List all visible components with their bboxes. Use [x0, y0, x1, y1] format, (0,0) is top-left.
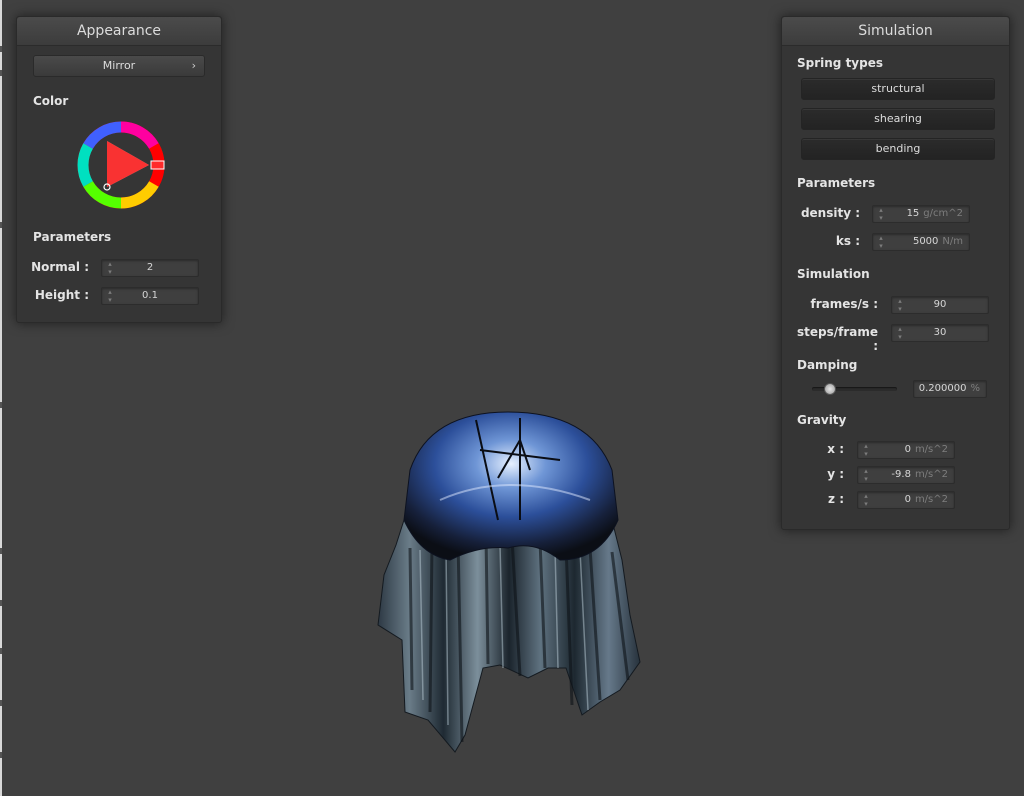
simulation-section-label: Simulation	[797, 267, 870, 281]
normal-input[interactable]: ▴ ▾ 2	[101, 259, 199, 277]
damping-value: 0.200000	[918, 383, 967, 394]
ks-value: 5000	[912, 236, 939, 247]
spinner-arrows-icon[interactable]: ▴ ▾	[877, 234, 885, 250]
damping-unit: %	[970, 383, 980, 394]
spinner-arrows-icon[interactable]: ▴ ▾	[862, 492, 870, 508]
fps-value: 90	[933, 299, 947, 310]
gravity-z-value: 0	[904, 494, 911, 505]
appearance-panel-title[interactable]: Appearance	[17, 17, 221, 46]
normal-value: 2	[146, 262, 154, 273]
chevron-right-icon: ›	[191, 59, 196, 72]
shader-dropdown[interactable]: Mirror ›	[33, 55, 205, 77]
gravity-y-label: y :	[827, 467, 844, 481]
gravity-x-unit: m/s^2	[914, 444, 948, 455]
spinner-arrows-icon[interactable]: ▴ ▾	[877, 206, 885, 222]
gravity-label: Gravity	[797, 413, 847, 427]
normal-label: Normal :	[31, 260, 89, 274]
density-value: 15	[906, 208, 920, 219]
density-label: density :	[800, 206, 860, 220]
height-input[interactable]: ▴ ▾ 0.1	[101, 287, 199, 305]
height-value: 0.1	[142, 290, 158, 301]
shader-dropdown-value: Mirror	[102, 59, 136, 72]
height-label: Height :	[34, 288, 89, 302]
gravity-x-value: 0	[904, 444, 911, 455]
hue-selector-handle	[150, 160, 165, 170]
spinner-arrows-icon[interactable]: ▴ ▾	[862, 467, 870, 483]
steps-value: 30	[933, 327, 947, 338]
spinner-arrows-icon[interactable]: ▴ ▾	[862, 442, 870, 458]
gravity-x-input[interactable]: ▴ ▾ 0 m/s^2	[857, 441, 955, 459]
gravity-z-label: z :	[828, 492, 844, 506]
density-input[interactable]: ▴ ▾ 15 g/cm^2	[872, 205, 970, 223]
damping-input[interactable]: 0.200000%	[913, 380, 987, 398]
appearance-parameters-label: Parameters	[33, 230, 112, 244]
gravity-z-input[interactable]: ▴ ▾ 0 m/s^2	[857, 491, 955, 509]
cloth-mesh	[377, 411, 641, 753]
bending-toggle[interactable]: bending	[801, 138, 995, 160]
steps-label: steps/frame :	[796, 325, 878, 353]
color-wheel[interactable]	[75, 117, 171, 213]
gravity-z-unit: m/s^2	[914, 494, 948, 505]
simulation-panel: Simulation Spring types structural shear…	[781, 16, 1010, 530]
appearance-panel: Appearance Mirror › Color Parameters Nor…	[16, 16, 222, 323]
ks-unit: N/m	[942, 236, 963, 247]
gravity-y-input[interactable]: ▴ ▾ -9.8 m/s^2	[857, 466, 955, 484]
damping-label: Damping	[797, 358, 858, 372]
color-section-label: Color	[33, 94, 69, 108]
damping-slider-knob[interactable]	[824, 383, 836, 395]
gravity-y-value: -9.8	[891, 469, 911, 480]
ks-label: ks :	[835, 234, 860, 248]
spring-types-label: Spring types	[797, 56, 884, 70]
ks-input[interactable]: ▴ ▾ 5000 N/m	[872, 233, 970, 251]
structural-toggle[interactable]: structural	[801, 78, 995, 100]
density-unit: g/cm^2	[923, 208, 963, 219]
shearing-toggle[interactable]: shearing	[801, 108, 995, 130]
steps-input[interactable]: ▴ ▾ 30	[891, 324, 989, 342]
simulation-parameters-label: Parameters	[797, 176, 876, 190]
gravity-x-label: x :	[827, 442, 844, 456]
fps-input[interactable]: ▴ ▾ 90	[891, 296, 989, 314]
simulation-panel-title[interactable]: Simulation	[782, 17, 1009, 46]
gravity-y-unit: m/s^2	[914, 469, 948, 480]
fps-label: frames/s :	[810, 297, 878, 311]
